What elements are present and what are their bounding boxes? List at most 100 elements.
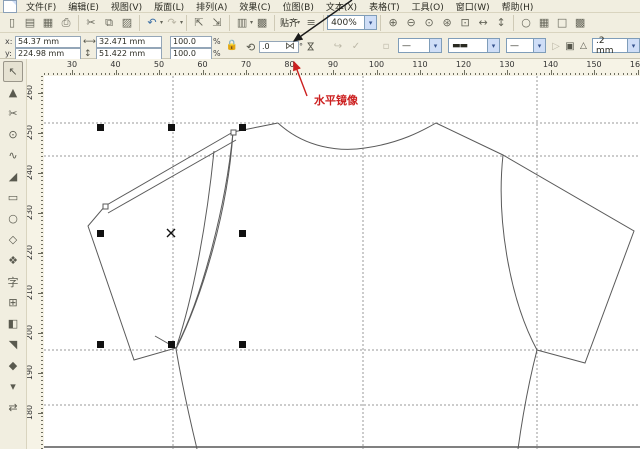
menu-item-10[interactable]: 工具(O) xyxy=(406,0,450,13)
zoom-all-button[interactable]: ⊛ xyxy=(439,15,455,31)
fill-tool[interactable]: ▾ xyxy=(3,376,23,397)
menu-item-12[interactable]: 帮助(H) xyxy=(496,0,540,13)
outline-nib-icon: △ xyxy=(580,41,587,51)
pick-tool[interactable]: ↖ xyxy=(3,61,23,82)
rectangle-icon[interactable]: □ xyxy=(554,15,570,31)
zoom-level-combo[interactable]: 400%▾ xyxy=(327,15,377,30)
smart-fill-tool[interactable]: ◢ xyxy=(3,166,23,187)
menu-item-6[interactable]: 效果(C) xyxy=(233,0,276,13)
menu-item-1[interactable]: 文件(F) xyxy=(20,0,62,13)
cut-button[interactable]: ✂ xyxy=(83,15,99,31)
export-button[interactable]: ⇲ xyxy=(209,15,225,31)
table-tool[interactable]: ⊞ xyxy=(3,292,23,313)
line-style-combo[interactable]: ▬▬▾ xyxy=(448,38,500,53)
options-button[interactable]: ≡ xyxy=(303,15,319,31)
zoom-width-button[interactable]: ↔ xyxy=(475,15,491,31)
order-button[interactable]: ↪ xyxy=(330,39,346,54)
ellipse-icon[interactable]: ○ xyxy=(518,15,534,31)
basic-shapes-tool[interactable]: ❖ xyxy=(3,250,23,271)
open-button[interactable]: ▤ xyxy=(22,15,38,31)
eyedropper-tool[interactable]: ◥ xyxy=(3,334,23,355)
x-position-field[interactable]: 54.37 mm xyxy=(15,36,81,48)
vertical-ruler[interactable]: 260250240230220210200190180 xyxy=(26,76,45,449)
mirror-vertical-button[interactable]: ⋈ xyxy=(303,39,318,55)
ruler-tick xyxy=(562,73,563,75)
ruler-tick xyxy=(322,73,323,75)
zoom-in-button[interactable]: ⊕ xyxy=(385,15,401,31)
zoom-tool[interactable]: ⊙ xyxy=(3,124,23,145)
ruler-tick xyxy=(41,152,43,153)
undo-button[interactable]: ↶ xyxy=(144,15,160,31)
ruler-tick xyxy=(53,73,54,75)
ruler-number: 110 xyxy=(412,60,427,69)
ruler-tick xyxy=(41,140,43,141)
copy-button[interactable]: ⧉ xyxy=(101,15,117,31)
print-button[interactable]: ⎙ xyxy=(58,15,74,31)
ruler-tick xyxy=(214,73,215,75)
ellipse-tool[interactable]: ○ xyxy=(3,208,23,229)
zoom-height-button[interactable]: ↕ xyxy=(493,15,509,31)
ruler-tick-major xyxy=(38,253,43,254)
ruler-tick-major xyxy=(594,70,595,75)
new-document-button[interactable]: ▯ xyxy=(4,15,20,31)
apply-button[interactable]: ✓ xyxy=(348,39,364,54)
freehand-tool[interactable]: ∿ xyxy=(3,145,23,166)
color-grid-icon[interactable]: ▩ xyxy=(572,15,588,31)
menu-item-3[interactable]: 视图(V) xyxy=(105,0,148,13)
paste-button[interactable]: ▨ xyxy=(119,15,135,31)
snap-to-button[interactable]: 贴齐▾ xyxy=(278,16,302,29)
shape-tool[interactable]: ▲ xyxy=(3,82,23,103)
undo-button-dropdown[interactable]: ▾ xyxy=(160,19,163,26)
interactive-tool[interactable]: ⇄ xyxy=(3,397,23,418)
redo-button[interactable]: ↷ xyxy=(164,15,180,31)
menu-item-4[interactable]: 版面(L) xyxy=(148,0,190,13)
menu-item-7[interactable]: 位图(B) xyxy=(277,0,320,13)
drawing-canvas[interactable] xyxy=(44,76,640,449)
ruler-tick xyxy=(357,73,358,75)
horizontal-ruler[interactable]: 30405060708090100110120130140150160 xyxy=(44,59,640,77)
ruler-tick xyxy=(362,73,363,75)
redo-button-dropdown[interactable]: ▾ xyxy=(180,19,183,26)
text-wrap-button[interactable]: ▣ xyxy=(562,39,578,54)
zoom-out-button[interactable]: ⊖ xyxy=(403,15,419,31)
menu-item-9[interactable]: 表格(T) xyxy=(363,0,406,13)
save-button[interactable]: ▦ xyxy=(40,15,56,31)
crop-tool[interactable]: ✂ xyxy=(3,103,23,124)
ruler-tick xyxy=(41,160,43,161)
weld-button[interactable]: ▫ xyxy=(378,39,394,54)
ruler-tick xyxy=(41,184,43,185)
zoom-page-button[interactable]: ⊡ xyxy=(457,15,473,31)
ruler-tick xyxy=(41,124,43,125)
mirror-horizontal-button[interactable]: ⋈ xyxy=(282,39,298,54)
menu-item-11[interactable]: 窗口(W) xyxy=(450,0,496,13)
application-launcher-button[interactable]: ▥ xyxy=(234,15,250,31)
application-launcher-button-dropdown[interactable]: ▾ xyxy=(250,19,253,26)
arrow-end-combo[interactable]: —▾ xyxy=(506,38,546,53)
ruler-tick xyxy=(292,73,293,75)
ruler-origin-corner[interactable] xyxy=(26,59,45,77)
ruler-tick xyxy=(41,380,43,381)
polygon-tool[interactable]: ◇ xyxy=(3,229,23,250)
outline-width-combo[interactable]: .2 mm▾ xyxy=(592,38,640,53)
interactive-fill-tool[interactable]: ◧ xyxy=(3,313,23,334)
ruler-tick xyxy=(257,73,258,75)
ruler-tick xyxy=(383,73,384,75)
menu-item-5[interactable]: 排列(A) xyxy=(190,0,233,13)
text-tool[interactable]: 字 xyxy=(3,271,23,292)
zoom-selected-button[interactable]: ⊙ xyxy=(421,15,437,31)
welcome-screen-button[interactable]: ▩ xyxy=(254,15,270,31)
ruler-tick xyxy=(422,73,423,75)
graph-paper-icon[interactable]: ▦ xyxy=(536,15,552,31)
ruler-tick xyxy=(41,256,43,257)
rectangle-tool[interactable]: ▭ xyxy=(3,187,23,208)
import-button[interactable]: ⇱ xyxy=(191,15,207,31)
ruler-tick xyxy=(148,73,149,75)
scale-h-field[interactable]: 100.0 xyxy=(170,36,212,48)
outline-pen-tool[interactable]: ◆ xyxy=(3,355,23,376)
lock-ratio-button[interactable]: 🔒 xyxy=(224,38,240,53)
arrow-start-combo[interactable]: —▾ xyxy=(398,38,442,53)
width-field[interactable]: 32.471 mm xyxy=(96,36,162,48)
menu-item-8[interactable]: 文本(X) xyxy=(320,0,363,13)
menu-item-2[interactable]: 编辑(E) xyxy=(62,0,105,13)
toolbar-separator xyxy=(513,15,514,31)
